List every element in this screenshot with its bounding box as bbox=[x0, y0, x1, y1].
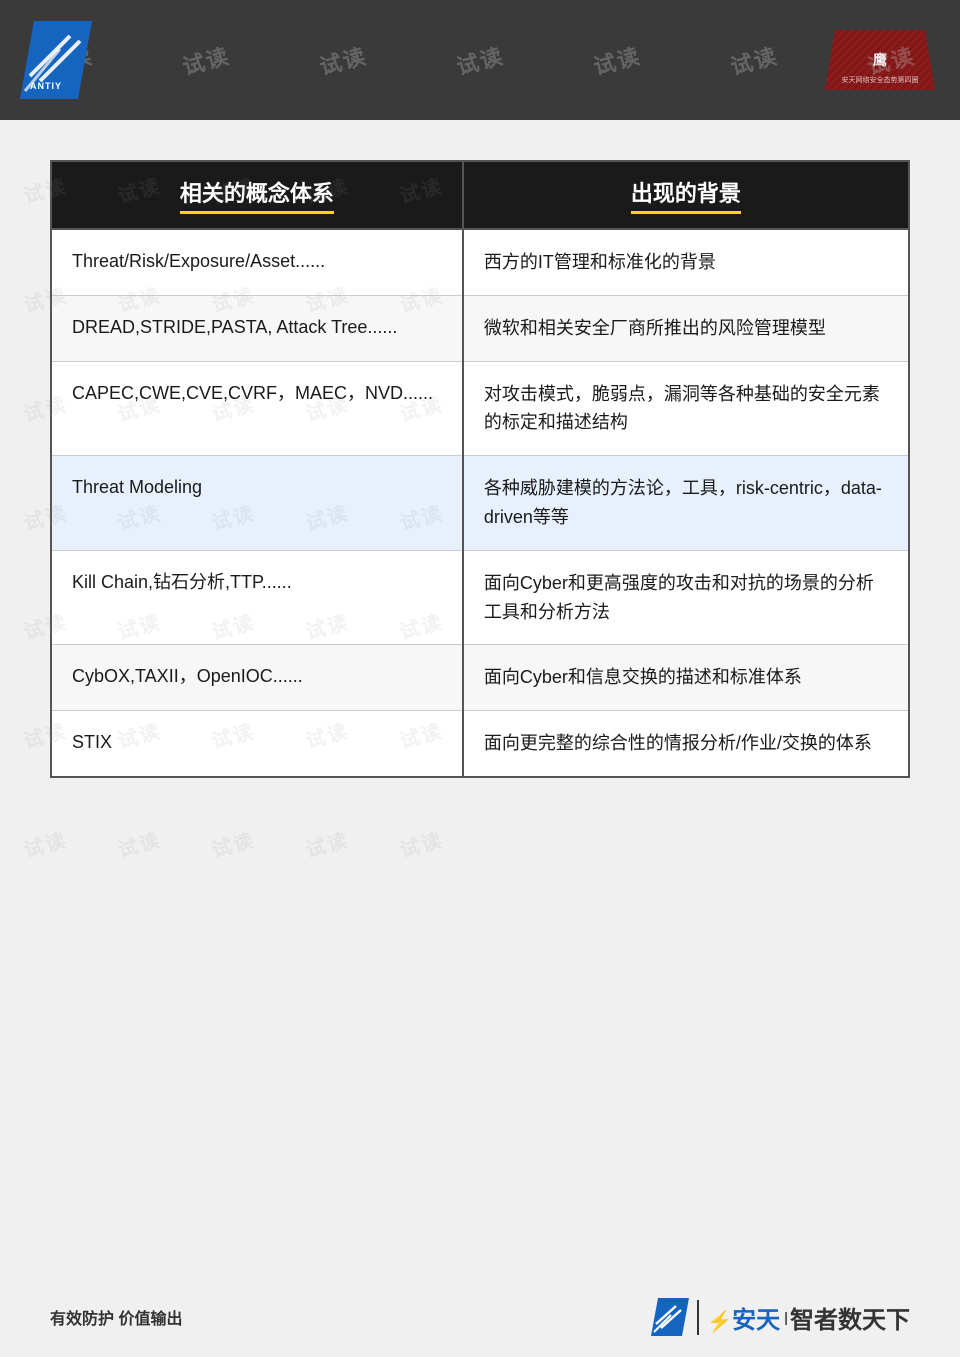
cell-right-text-3: 各种威胁建模的方法论，工具，risk-centric，data-driven等等 bbox=[484, 478, 882, 527]
header-badge: 鹰 安天网络安全态势第四圈 bbox=[825, 30, 935, 90]
cell-left-text-3: Threat Modeling bbox=[72, 477, 202, 497]
cell-right-text-5: 面向Cyber和信息交换的描述和标准体系 bbox=[484, 667, 802, 687]
table-body: Threat/Risk/Exposure/Asset...... 西方的IT管理和… bbox=[51, 229, 909, 777]
col2-header-text: 出现的背景 bbox=[631, 176, 741, 214]
table-row: Threat Modeling 各种威胁建模的方法论，工具，risk-centri… bbox=[51, 456, 909, 551]
col1-header-cell: 相关的概念体系 bbox=[51, 161, 463, 229]
cell-right-text-1: 微软和相关安全厂商所推出的风险管理模型 bbox=[484, 318, 826, 338]
table-row: Kill Chain,钻石分析,TTP...... 面向Cyber和更高强度的攻击… bbox=[51, 550, 909, 645]
cell-right-5: 面向Cyber和信息交换的描述和标准体系 bbox=[463, 645, 909, 711]
header-right-logo: 鹰 安天网络安全态势第四圈 bbox=[820, 20, 940, 100]
svg-text:安天网络安全态势第四圈: 安天网络安全态势第四圈 bbox=[842, 75, 919, 84]
cell-right-2: 对攻击模式，脆弱点，漏洞等各种基础的安全元素的标定和描述结构 bbox=[463, 361, 909, 456]
cell-left-6: STIX bbox=[51, 711, 463, 777]
content-table: 相关的概念体系 出现的背景 Threat/Risk/Exposure/Asset… bbox=[50, 160, 910, 778]
footer: 有效防护 价值输出 ⚡安天 | 智者数天下 bbox=[0, 1277, 960, 1357]
table-row: CAPEC,CWE,CVE,CVRF，MAEC，NVD...... 对攻击模式，脆… bbox=[51, 361, 909, 456]
footer-antiy-name: ⚡安天 bbox=[707, 1300, 780, 1335]
cell-right-text-2: 对攻击模式，脆弱点，漏洞等各种基础的安全元素的标定和描述结构 bbox=[484, 384, 880, 433]
cell-left-text-5: CybOX,TAXII，OpenIOC...... bbox=[72, 666, 303, 686]
svg-text:鹰: 鹰 bbox=[873, 52, 887, 68]
col1-header-text: 相关的概念体系 bbox=[180, 176, 334, 214]
cell-right-4: 面向Cyber和更高强度的攻击和对抗的场景的分析工具和分析方法 bbox=[463, 550, 909, 645]
footer-antiy-icon bbox=[651, 1298, 689, 1336]
antiy-label: ANTIY bbox=[30, 81, 62, 91]
col2-header-cell: 出现的背景 bbox=[463, 161, 909, 229]
cell-right-text-0: 西方的IT管理和标准化的背景 bbox=[484, 252, 716, 272]
table-row: Threat/Risk/Exposure/Asset...... 西方的IT管理和… bbox=[51, 229, 909, 295]
cell-left-1: DREAD,STRIDE,PASTA, Attack Tree...... bbox=[51, 295, 463, 361]
footer-divider bbox=[697, 1300, 699, 1335]
cell-right-3: 各种威胁建模的方法论，工具，risk-centric，data-driven等等 bbox=[463, 456, 909, 551]
cell-left-2: CAPEC,CWE,CVE,CVRF，MAEC，NVD...... bbox=[51, 361, 463, 456]
table-header-row: 相关的概念体系 出现的背景 bbox=[51, 161, 909, 229]
cell-left-4: Kill Chain,钻石分析,TTP...... bbox=[51, 550, 463, 645]
cell-left-3: Threat Modeling bbox=[51, 456, 463, 551]
cell-left-text-6: STIX bbox=[72, 732, 112, 752]
table-row: DREAD,STRIDE,PASTA, Attack Tree...... 微软和… bbox=[51, 295, 909, 361]
cell-right-0: 西方的IT管理和标准化的背景 bbox=[463, 229, 909, 295]
footer-right-logo: ⚡安天 | 智者数天下 bbox=[651, 1298, 910, 1336]
table-row: CybOX,TAXII，OpenIOC...... 面向Cyber和信息交换的描述… bbox=[51, 645, 909, 711]
cell-left-text-2: CAPEC,CWE,CVE,CVRF，MAEC，NVD...... bbox=[72, 383, 433, 403]
cell-left-0: Threat/Risk/Exposure/Asset...... bbox=[51, 229, 463, 295]
main-content: 相关的概念体系 出现的背景 Threat/Risk/Exposure/Asset… bbox=[0, 120, 960, 808]
cell-left-text-0: Threat/Risk/Exposure/Asset...... bbox=[72, 251, 325, 271]
header: 试读 试读 试读 试读 试读 试读 试读 ANTIY bbox=[0, 0, 960, 120]
header-watermark: 试读 试读 试读 试读 试读 试读 试读 bbox=[0, 0, 960, 120]
cell-right-text-6: 面向更完整的综合性的情报分析/作业/交换的体系 bbox=[484, 733, 872, 753]
cell-left-text-4: Kill Chain,钻石分析,TTP...... bbox=[72, 572, 292, 592]
footer-left-text: 有效防护 价值输出 bbox=[50, 1305, 182, 1329]
table-row: STIX 面向更完整的综合性的情报分析/作业/交换的体系 bbox=[51, 711, 909, 777]
logo-area: ANTIY bbox=[20, 21, 92, 99]
footer-slogan-text: 智者数天下 bbox=[790, 1300, 910, 1335]
footer-separator: | bbox=[784, 1309, 788, 1325]
cell-left-5: CybOX,TAXII，OpenIOC...... bbox=[51, 645, 463, 711]
cell-left-text-1: DREAD,STRIDE,PASTA, Attack Tree...... bbox=[72, 317, 397, 337]
cell-right-1: 微软和相关安全厂商所推出的风险管理模型 bbox=[463, 295, 909, 361]
cell-right-6: 面向更完整的综合性的情报分析/作业/交换的体系 bbox=[463, 711, 909, 777]
cell-right-text-4: 面向Cyber和更高强度的攻击和对抗的场景的分析工具和分析方法 bbox=[484, 573, 874, 622]
